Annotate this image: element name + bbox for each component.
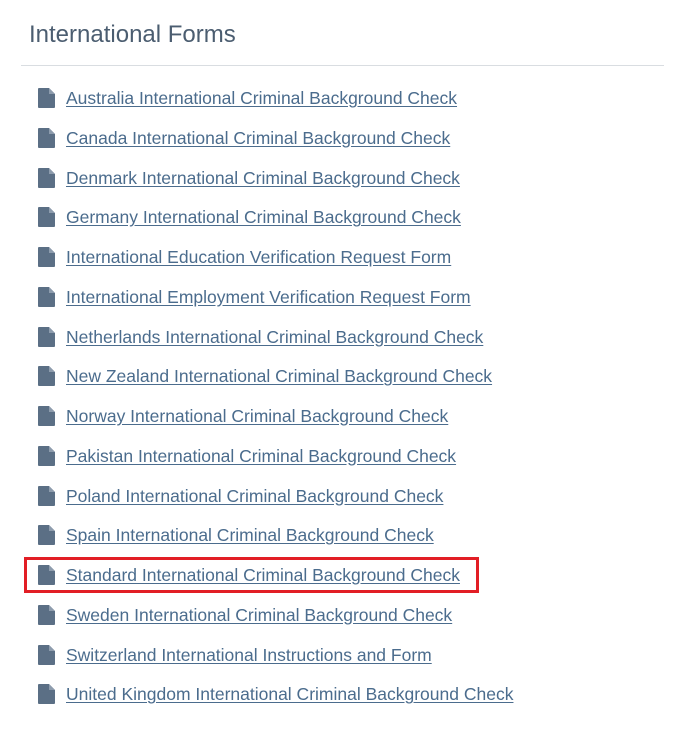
document-icon xyxy=(38,167,55,188)
list-item: Germany International Criminal Backgroun… xyxy=(38,204,513,244)
form-link-switzerland[interactable]: Switzerland International Instructions a… xyxy=(66,642,432,668)
document-icon xyxy=(38,127,55,148)
form-link-pakistan[interactable]: Pakistan International Criminal Backgrou… xyxy=(66,443,456,469)
document-icon xyxy=(38,644,55,665)
list-item: Standard International Criminal Backgrou… xyxy=(38,562,513,602)
form-link-employment-verification[interactable]: International Employment Verification Re… xyxy=(66,284,471,310)
list-item: International Education Verification Req… xyxy=(38,244,513,284)
list-item: Pakistan International Criminal Backgrou… xyxy=(38,443,513,483)
form-link-canada[interactable]: Canada International Criminal Background… xyxy=(66,125,450,151)
document-icon xyxy=(38,565,55,585)
form-link-sweden[interactable]: Sweden International Criminal Background… xyxy=(66,602,452,628)
list-item: Canada International Criminal Background… xyxy=(38,125,513,165)
form-link-united-kingdom[interactable]: United Kingdom International Criminal Ba… xyxy=(66,681,513,707)
form-link-new-zealand[interactable]: New Zealand International Criminal Backg… xyxy=(66,363,492,389)
form-link-germany[interactable]: Germany International Criminal Backgroun… xyxy=(66,204,461,230)
list-item: Norway International Criminal Background… xyxy=(38,403,513,443)
list-item: Australia International Criminal Backgro… xyxy=(38,85,513,125)
form-link-netherlands[interactable]: Netherlands International Criminal Backg… xyxy=(66,324,483,350)
list-item: New Zealand International Criminal Backg… xyxy=(38,363,513,403)
document-icon xyxy=(38,207,55,228)
form-link-poland[interactable]: Poland International Criminal Background… xyxy=(66,483,443,509)
list-item: Sweden International Criminal Background… xyxy=(38,602,513,642)
document-icon xyxy=(38,684,55,705)
document-icon xyxy=(38,525,55,546)
list-item: Poland International Criminal Background… xyxy=(38,483,513,523)
form-link-australia[interactable]: Australia International Criminal Backgro… xyxy=(66,85,457,111)
document-icon xyxy=(38,445,55,466)
document-icon xyxy=(38,406,55,426)
form-link-education-verification[interactable]: International Education Verification Req… xyxy=(66,244,451,270)
document-icon xyxy=(38,247,55,267)
document-icon xyxy=(38,604,55,625)
list-item: United Kingdom International Criminal Ba… xyxy=(38,681,513,721)
document-icon xyxy=(38,485,55,506)
forms-list: Australia International Criminal Backgro… xyxy=(38,85,513,721)
section-divider xyxy=(21,65,664,66)
form-link-spain[interactable]: Spain International Criminal Background … xyxy=(66,522,434,548)
form-link-norway[interactable]: Norway International Criminal Background… xyxy=(66,403,448,429)
section-title: International Forms xyxy=(29,21,236,48)
list-item: International Employment Verification Re… xyxy=(38,284,513,324)
list-item: Switzerland International Instructions a… xyxy=(38,642,513,682)
list-item: Denmark International Criminal Backgroun… xyxy=(38,165,513,205)
document-icon xyxy=(38,286,55,307)
document-icon xyxy=(38,326,55,347)
document-icon xyxy=(38,366,55,387)
list-item: Netherlands International Criminal Backg… xyxy=(38,324,513,364)
document-icon xyxy=(38,88,55,108)
list-item: Spain International Criminal Background … xyxy=(38,522,513,562)
form-link-standard[interactable]: Standard International Criminal Backgrou… xyxy=(66,562,460,588)
form-link-denmark[interactable]: Denmark International Criminal Backgroun… xyxy=(66,165,460,191)
